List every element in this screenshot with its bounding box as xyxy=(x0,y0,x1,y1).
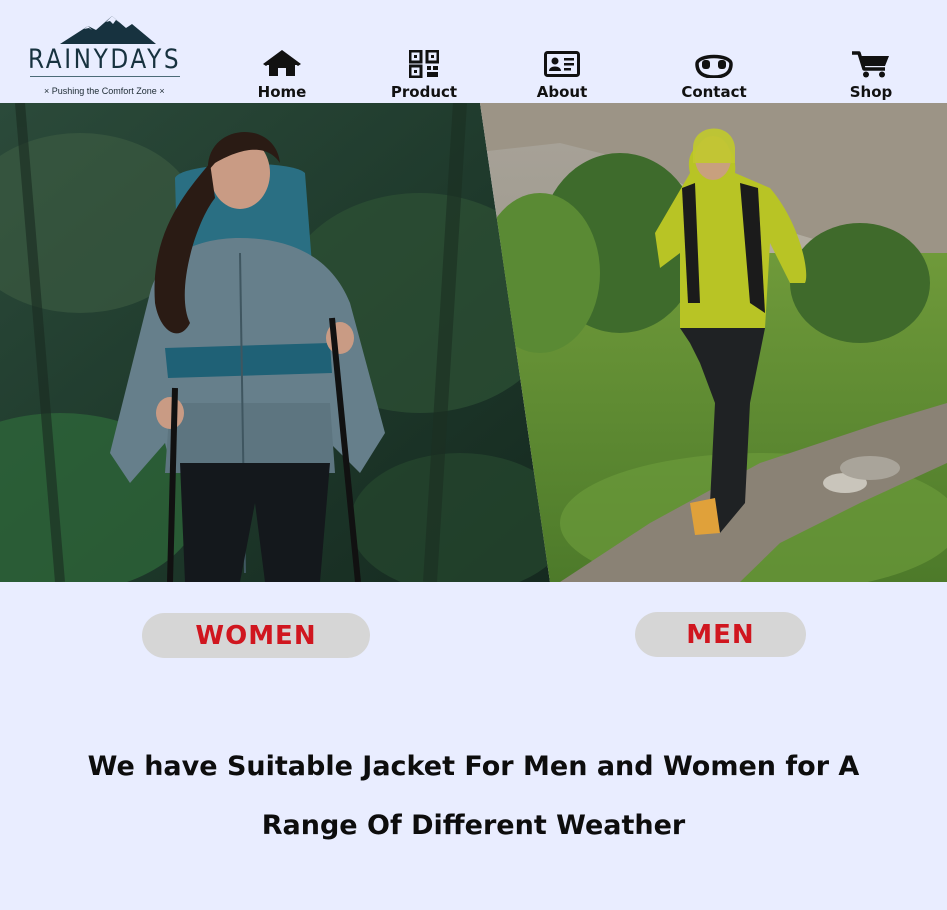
logo-divider xyxy=(30,76,180,77)
woman-hiker-photo xyxy=(0,103,550,582)
hero-banner xyxy=(0,103,947,582)
site-header: RAINYDAYS × Pushing the Comfort Zone × H… xyxy=(0,0,947,103)
nav-contact-label: Contact xyxy=(681,83,747,101)
men-category-button[interactable]: MEN xyxy=(635,612,806,657)
nav-shop-label: Shop xyxy=(849,83,893,101)
nav-product-label: Product xyxy=(390,83,458,101)
mountain-logo-icon xyxy=(60,16,156,44)
headline-line-2: Range Of Different Weather xyxy=(261,810,686,841)
nav-product[interactable]: Product xyxy=(388,50,460,103)
headline-line-1: We have Suitable Jacket For Men and Wome… xyxy=(87,751,860,782)
home-icon xyxy=(263,50,301,76)
nav-home[interactable]: Home xyxy=(252,50,312,103)
qr-code-icon xyxy=(409,50,439,78)
nav-contact[interactable]: Contact xyxy=(678,50,750,103)
nav-shop[interactable]: Shop xyxy=(842,50,900,103)
brand-tagline: × Pushing the Comfort Zone × xyxy=(44,86,165,96)
id-card-icon xyxy=(544,51,580,77)
man-hiker-photo xyxy=(480,103,947,582)
headline: We have Suitable Jacket For Men and Wome… xyxy=(60,737,887,855)
brand-name: RAINYDAYS xyxy=(28,44,182,75)
nav-about-label: About xyxy=(536,83,588,101)
headset-icon xyxy=(695,54,733,78)
nav-home-label: Home xyxy=(257,83,307,101)
nav-about[interactable]: About xyxy=(532,50,592,103)
shopping-cart-icon xyxy=(852,51,889,78)
women-category-button[interactable]: WOMEN xyxy=(142,613,370,658)
brand-logo[interactable]: RAINYDAYS × Pushing the Comfort Zone × xyxy=(22,14,187,100)
